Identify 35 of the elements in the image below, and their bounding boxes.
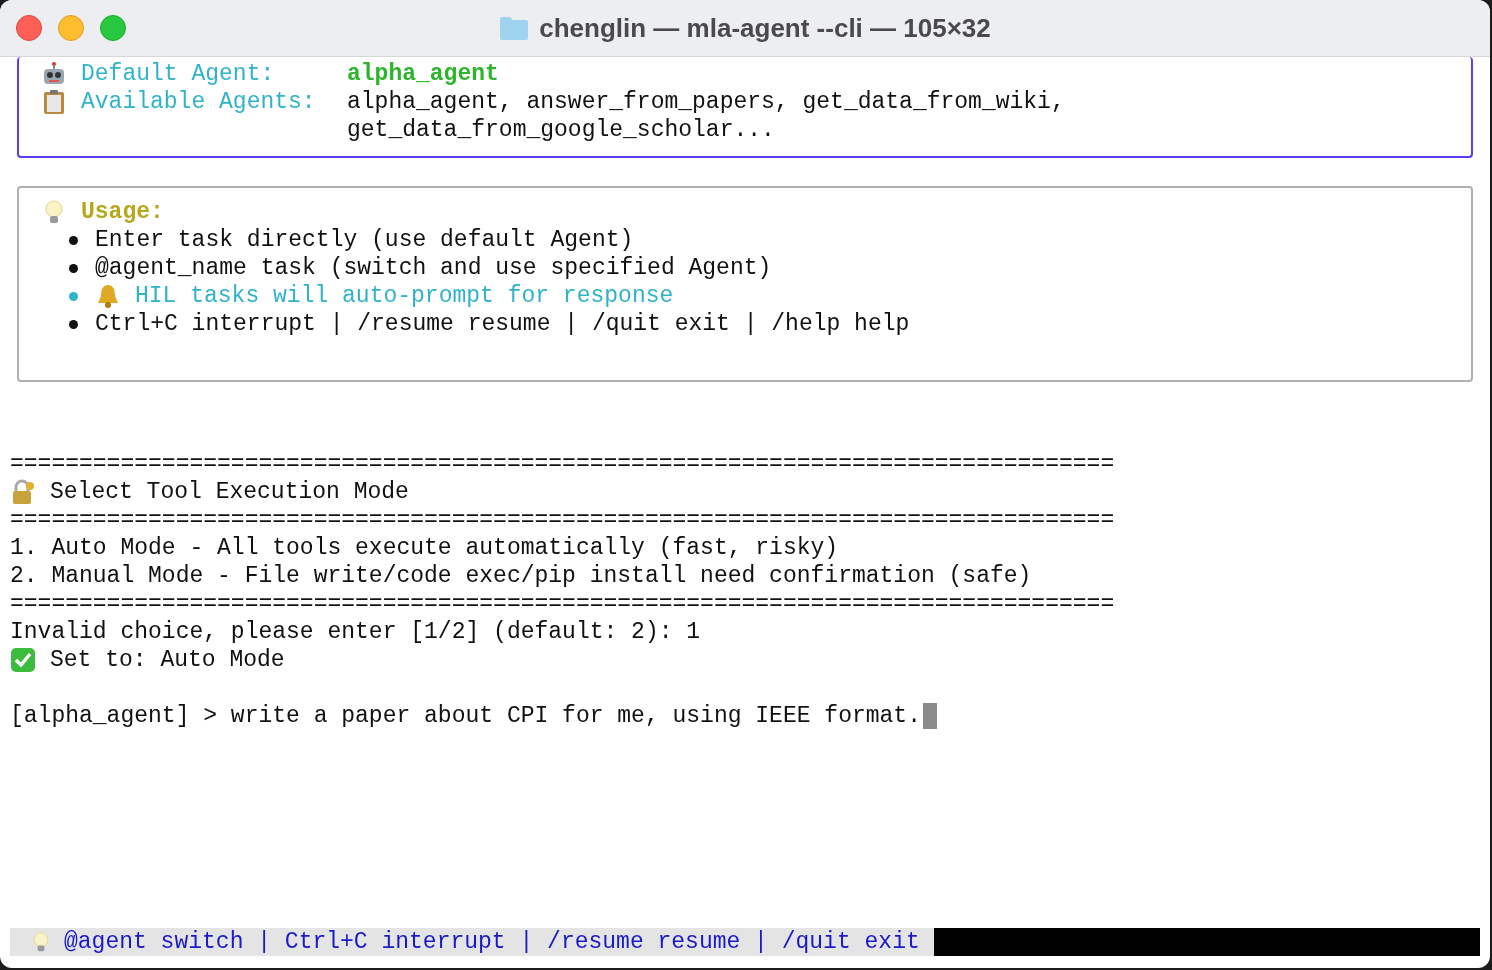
bullet-icon	[69, 319, 78, 329]
separator-line: ================================================================================	[10, 506, 1115, 534]
status-hint: @agent switch | Ctrl+C interrupt | /resume resume | /quit exit	[64, 928, 920, 956]
output-line: 1. Auto Mode - All tools execute automatically (fast, risky)	[10, 534, 839, 562]
agent-value: alpha_agent	[347, 60, 499, 88]
usage-item: Enter task directly (use default Agent)	[95, 226, 634, 254]
agent-label: Default Agent:	[81, 60, 276, 88]
bullet-icon	[69, 263, 78, 273]
agent-label: Available Agents:	[81, 88, 317, 117]
command-input[interactable]: [alpha_agent] > write a paper about CPI for me, using IEEE format.	[10, 702, 921, 730]
bullet-icon	[69, 235, 78, 245]
section-heading: Select Tool Execution Mode	[50, 478, 409, 506]
clipboard-icon	[41, 89, 67, 115]
lock-icon	[10, 479, 36, 505]
minimize-button[interactable]	[58, 15, 84, 41]
maximize-button[interactable]	[100, 15, 126, 41]
agent-value: get_data_from_google_scholar...	[347, 116, 776, 144]
output-line: 2. Manual Mode - File write/code exec/pip install need confirmation (safe)	[10, 562, 1032, 590]
usage-title: Usage:	[81, 198, 164, 226]
robot-icon	[41, 61, 67, 87]
text-cursor	[922, 703, 937, 729]
usage-item: @agent_name task (switch and use specified Agent)	[95, 254, 772, 282]
bullet-icon	[69, 291, 78, 301]
usage-item: HIL tasks will auto-prompt for response	[135, 282, 674, 310]
agent-value: alpha_agent, answer_from_papers, get_data_from_wiki,	[347, 88, 1065, 116]
output-line: Invalid choice, please enter [1/2] (default: 2): 1	[10, 618, 701, 646]
window-title: chenglin — mla-agent --cli — 105×32	[539, 14, 991, 42]
usage-item: Ctrl+C interrupt | /resume resume | /quit exit | /help help	[95, 310, 910, 338]
close-button[interactable]	[16, 15, 42, 41]
check-icon	[10, 647, 36, 673]
success-message: Set to: Auto Mode	[50, 646, 285, 674]
bell-icon	[95, 283, 121, 309]
separator-line: ================================================================================	[10, 590, 1115, 618]
separator-line: ================================================================================	[10, 450, 1115, 478]
folder-icon	[499, 15, 530, 41]
